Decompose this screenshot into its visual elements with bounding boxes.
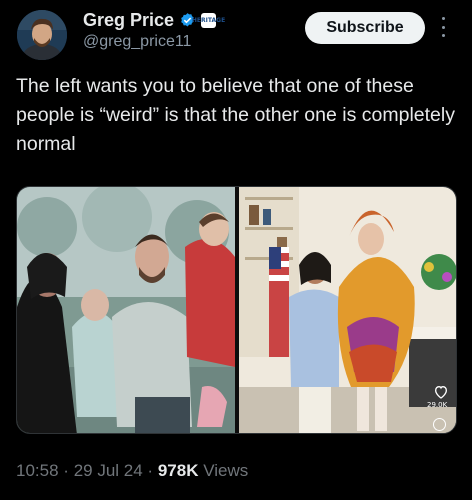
views-count: 978K bbox=[157, 461, 199, 480]
heart-icon[interactable] bbox=[433, 384, 449, 400]
more-dot bbox=[441, 25, 445, 29]
subscribe-button[interactable]: Subscribe bbox=[305, 12, 425, 44]
author-display-name[interactable]: Greg Price bbox=[83, 10, 174, 31]
media-view-count: 29.0K bbox=[427, 401, 448, 409]
views-label: Views bbox=[203, 461, 249, 480]
circle-icon[interactable] bbox=[433, 418, 446, 431]
meta-separator: · bbox=[63, 461, 69, 480]
tweet-meta: 10:58 · 29 Jul 24 · 978K Views bbox=[16, 461, 248, 481]
meta-separator: · bbox=[147, 461, 154, 480]
white-house-photo[interactable]: 29.0K bbox=[239, 187, 456, 433]
more-options-icon[interactable] bbox=[437, 14, 449, 40]
affiliation-badge-icon[interactable]: HERITAGE bbox=[192, 12, 225, 28]
author-avatar[interactable] bbox=[17, 10, 67, 60]
more-dot bbox=[441, 34, 445, 37]
tweet-text: The left wants you to believe that one o… bbox=[16, 75, 455, 155]
media-grid: 29.0K bbox=[16, 186, 457, 434]
more-dot bbox=[441, 17, 445, 20]
family-photo[interactable] bbox=[17, 187, 235, 433]
author-handle[interactable]: @greg_price11 bbox=[83, 33, 191, 51]
author-name-row: Greg Price HERITAGE bbox=[83, 9, 225, 31]
tweet-date[interactable]: 29 Jul 24 bbox=[74, 461, 143, 480]
tweet-header: Greg Price HERITAGE @greg_price11 Subscr… bbox=[0, 0, 472, 64]
tweet-time[interactable]: 10:58 bbox=[16, 461, 59, 480]
